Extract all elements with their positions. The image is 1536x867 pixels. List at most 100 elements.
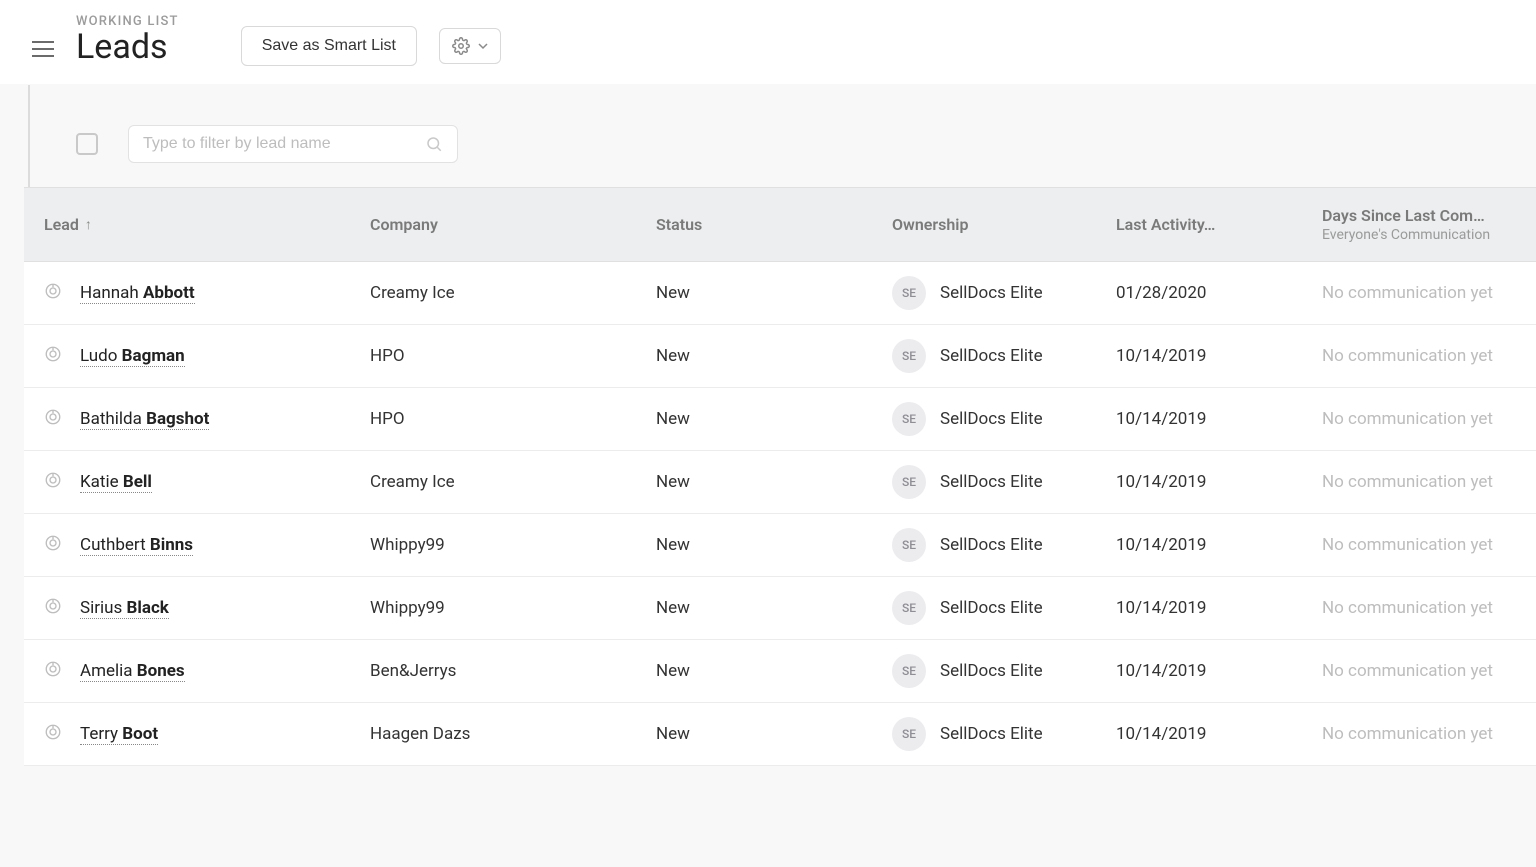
- lead-last-name: Black: [127, 598, 169, 618]
- owner-name: SellDocs Elite: [940, 598, 1043, 618]
- menu-icon[interactable]: [32, 23, 54, 57]
- filter-bar: [28, 85, 1536, 187]
- table-row: Amelia BonesBen&JerrysNewSESellDocs Elit…: [24, 640, 1536, 703]
- lead-cell: Hannah Abbott: [24, 282, 350, 305]
- avatar: SE: [892, 276, 926, 310]
- search-icon: [425, 135, 443, 153]
- company-cell: Ben&Jerrys: [350, 661, 636, 681]
- lead-cell: Cuthbert Binns: [24, 534, 350, 557]
- target-icon: [44, 660, 62, 683]
- lead-name-link[interactable]: Amelia Bones: [80, 661, 185, 682]
- status-cell: New: [636, 472, 872, 492]
- owner-name: SellDocs Elite: [940, 283, 1043, 303]
- save-smart-list-button[interactable]: Save as Smart List: [241, 26, 417, 66]
- company-cell: Whippy99: [350, 535, 636, 555]
- column-lead[interactable]: Lead ↑: [24, 188, 350, 261]
- company-cell: HPO: [350, 409, 636, 429]
- lead-name-link[interactable]: Terry Boot: [80, 724, 158, 745]
- company-cell: HPO: [350, 346, 636, 366]
- column-days-since[interactable]: Days Since Last Com… Everyone's Communic…: [1302, 188, 1536, 261]
- lead-first-name: Sirius: [80, 598, 122, 618]
- lead-first-name: Hannah: [80, 283, 139, 303]
- days-since-cell: No communication yet: [1302, 283, 1536, 303]
- lead-cell: Katie Bell: [24, 471, 350, 494]
- status-cell: New: [636, 346, 872, 366]
- lead-cell: Sirius Black: [24, 597, 350, 620]
- select-all-checkbox[interactable]: [76, 133, 98, 155]
- lead-name-link[interactable]: Hannah Abbott: [80, 283, 195, 304]
- status-cell: New: [636, 598, 872, 618]
- page-header: WORKING LIST Leads Save as Smart List: [0, 0, 1536, 84]
- search-input-wrapper[interactable]: [128, 125, 458, 163]
- owner-name: SellDocs Elite: [940, 724, 1043, 744]
- company-cell: Creamy Ice: [350, 283, 636, 303]
- table-header: Lead ↑ Company Status Ownership Last Act…: [24, 187, 1536, 262]
- owner-cell: SE SellDocs Elite: [872, 465, 1096, 499]
- status-cell: New: [636, 409, 872, 429]
- status-cell: New: [636, 724, 872, 744]
- avatar: SE: [892, 717, 926, 751]
- status-cell: New: [636, 283, 872, 303]
- lead-name-link[interactable]: Katie Bell: [80, 472, 152, 493]
- target-icon: [44, 723, 62, 746]
- last-activity-cell: 10/14/2019: [1096, 409, 1302, 429]
- lead-last-name: Binns: [150, 535, 193, 555]
- owner-cell: SESellDocs Elite: [872, 528, 1096, 562]
- lead-cell: Terry Boot: [24, 723, 350, 746]
- days-since-cell: No communication yet: [1302, 661, 1536, 681]
- lead-name-link[interactable]: Bathilda Bagshot: [80, 409, 209, 430]
- table-row: Ludo BagmanHPONewSESellDocs Elite10/14/2…: [24, 325, 1536, 388]
- column-status[interactable]: Status: [636, 188, 872, 261]
- days-since-cell: No communication yet: [1302, 346, 1536, 366]
- owner-cell: SESellDocs Elite: [872, 591, 1096, 625]
- lead-name-link[interactable]: Sirius Black: [80, 598, 169, 619]
- lead-first-name: Ludo: [80, 346, 117, 366]
- column-last-activity-label: Last Activity…: [1116, 215, 1215, 234]
- last-activity-cell: 10/14/2019: [1096, 661, 1302, 681]
- target-icon: [44, 534, 62, 557]
- owner-name: SellDocs Elite: [940, 346, 1043, 366]
- table-row: Terry Boot Haagen DazsNew SE SellDocs Elite…: [24, 703, 1536, 766]
- avatar: SE: [892, 654, 926, 688]
- avatar: SE: [892, 339, 926, 373]
- lead-name-link[interactable]: Cuthbert Binns: [80, 535, 193, 556]
- company-cell: Haagen Dazs: [350, 724, 636, 744]
- search-input[interactable]: [143, 135, 425, 153]
- lead-first-name: Terry: [80, 724, 118, 744]
- company-cell: Whippy99: [350, 598, 636, 618]
- column-ownership[interactable]: Ownership: [872, 188, 1096, 261]
- lead-first-name: Katie: [80, 472, 119, 492]
- owner-name: SellDocs Elite: [940, 409, 1043, 429]
- column-company[interactable]: Company: [350, 188, 636, 261]
- table-row: Bathilda Bagshot HPONew SE SellDocs Elite 10…: [24, 388, 1536, 451]
- owner-cell: SE SellDocs Elite: [872, 276, 1096, 310]
- lead-last-name: Bagshot: [146, 409, 209, 429]
- last-activity-cell: 10/14/2019: [1096, 472, 1302, 492]
- target-icon: [44, 597, 62, 620]
- lead-cell: Amelia Bones: [24, 660, 350, 683]
- target-icon: [44, 282, 62, 305]
- days-since-cell: No communication yet: [1302, 472, 1536, 492]
- avatar: SE: [892, 465, 926, 499]
- table-row: Sirius Black Whippy99NewSESellDocs Elite1…: [24, 577, 1536, 640]
- lead-last-name: Bagman: [122, 346, 185, 366]
- table-body: Hannah AbbottCreamy IceNewSESellDocs Eli…: [24, 262, 1536, 766]
- days-since-cell: No communication yet: [1302, 535, 1536, 555]
- owner-name: SellDocs Elite: [940, 661, 1043, 681]
- page-title: Leads: [76, 29, 179, 66]
- company-cell: Creamy Ice: [350, 472, 636, 492]
- column-days-since-label: Days Since Last Com…: [1322, 206, 1490, 225]
- avatar: SE: [892, 402, 926, 436]
- lead-cell: Ludo Bagman: [24, 345, 350, 368]
- lead-last-name: Abbott: [143, 283, 195, 303]
- settings-dropdown-button[interactable]: [439, 28, 501, 64]
- gear-icon: [452, 37, 470, 55]
- owner-name: SellDocs Elite: [940, 472, 1043, 492]
- avatar: SE: [892, 528, 926, 562]
- target-icon: [44, 471, 62, 494]
- last-activity-cell: 10/14/2019: [1096, 598, 1302, 618]
- column-last-activity[interactable]: Last Activity…: [1096, 188, 1302, 261]
- lead-name-link[interactable]: Ludo Bagman: [80, 346, 185, 367]
- last-activity-cell: 10/14/2019: [1096, 535, 1302, 555]
- lead-last-name: Bell: [123, 472, 152, 492]
